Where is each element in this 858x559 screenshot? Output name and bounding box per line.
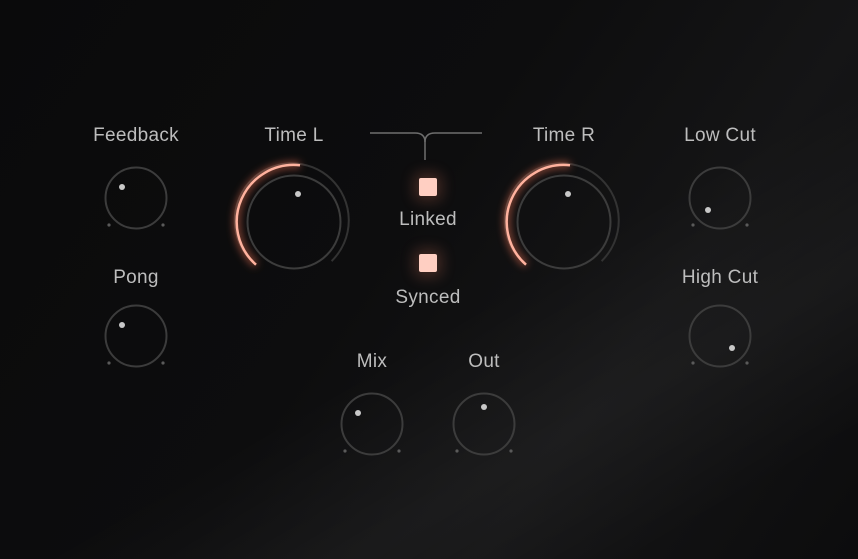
knob-ring	[340, 392, 404, 456]
high-cut-label: High Cut	[681, 267, 759, 288]
knob-ring	[516, 174, 612, 270]
linked-toggle[interactable]	[419, 178, 437, 196]
knob-ring	[688, 304, 752, 368]
out-label: Out	[468, 351, 500, 372]
knob-min-tick	[343, 449, 347, 453]
knob-pointer	[705, 207, 711, 213]
knob-max-tick	[161, 223, 165, 227]
out-knob[interactable]	[449, 390, 519, 460]
time-r-knob[interactable]	[499, 157, 629, 287]
feedback-label: Feedback	[93, 125, 179, 146]
knob-pointer	[565, 191, 571, 197]
knob-pointer	[295, 191, 301, 197]
knob-max-tick	[509, 449, 513, 453]
synced-label: Synced	[395, 287, 461, 308]
knob-pointer	[355, 410, 361, 416]
knob-value-glow	[233, 161, 301, 267]
knob-max-tick	[397, 449, 401, 453]
knob-max-tick	[745, 223, 749, 227]
knob-min-tick	[691, 361, 695, 365]
knob-ring	[246, 174, 342, 270]
knob-pointer	[729, 345, 735, 351]
delay-plugin-panel: Feedback Pong Time L Time R Low Cut High…	[0, 0, 858, 559]
knob-pointer	[119, 184, 125, 190]
knob-ring	[688, 166, 752, 230]
linked-label: Linked	[399, 209, 457, 230]
knob-max-tick	[161, 361, 165, 365]
high-cut-knob[interactable]	[685, 302, 755, 372]
knob-value-glow	[503, 161, 571, 267]
knob-max-tick	[745, 361, 749, 365]
synced-toggle[interactable]	[419, 254, 437, 272]
knob-ring	[452, 392, 516, 456]
knob-pointer	[481, 404, 487, 410]
low-cut-label: Low Cut	[684, 125, 756, 146]
pong-knob[interactable]	[101, 302, 171, 372]
low-cut-knob[interactable]	[685, 164, 755, 234]
pong-label: Pong	[113, 267, 159, 288]
time-l-knob[interactable]	[229, 157, 359, 287]
feedback-knob[interactable]	[101, 164, 171, 234]
knob-min-tick	[107, 223, 111, 227]
knob-min-tick	[691, 223, 695, 227]
time-l-label: Time L	[264, 125, 324, 146]
mix-knob[interactable]	[337, 390, 407, 460]
knob-ring	[104, 304, 168, 368]
knob-min-tick	[107, 361, 111, 365]
knob-ring	[104, 166, 168, 230]
knob-min-tick	[455, 449, 459, 453]
link-bracket	[370, 132, 482, 160]
time-r-label: Time R	[532, 125, 596, 146]
knob-pointer	[119, 322, 125, 328]
